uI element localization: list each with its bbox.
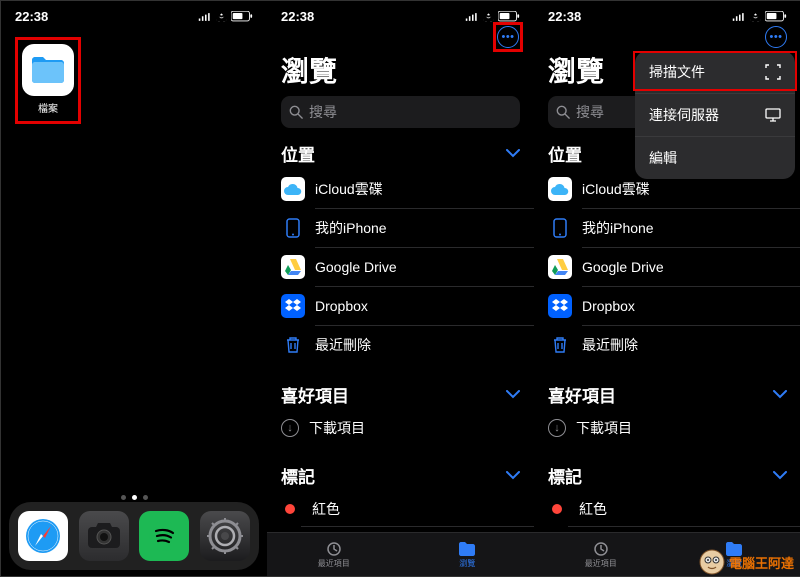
location-gdrive[interactable]: Google Drive [534,248,800,286]
tag-dot [552,504,562,514]
search-field[interactable]: 搜尋 [281,96,520,128]
safari-icon[interactable] [18,511,68,561]
icloud-icon [281,177,305,201]
page-indicator[interactable] [1,495,267,500]
search-icon [289,105,303,119]
icloud-icon [548,177,572,201]
dropbox-icon [548,294,572,318]
chevron-down-icon [506,471,520,480]
menu-scan-documents[interactable]: 掃描文件 [635,51,795,93]
browse-list[interactable]: 位置 iCloud雲碟 我的iPhone Google Drive Dropbo… [534,133,800,532]
location-dropbox[interactable]: Dropbox [267,287,534,325]
status-indicators [732,11,787,22]
tab-recent[interactable]: 最近項目 [267,533,401,576]
tab-browse[interactable]: 瀏覽 [401,533,535,576]
section-favorites[interactable]: 喜好項目 [534,374,800,411]
more-button[interactable]: ••• [765,26,787,48]
dock [9,502,259,570]
iphone-icon [281,216,305,240]
status-bar: 22:38 [534,1,800,26]
location-iphone[interactable]: 我的iPhone [534,209,800,247]
status-bar: 22:38 [1,1,267,26]
scan-icon [765,64,781,80]
section-tags[interactable]: 標記 [267,455,534,492]
files-app-icon[interactable] [22,44,74,96]
context-menu: 掃描文件 連接伺服器 編輯 [635,51,795,179]
highlight-more-button: ••• [493,22,523,52]
phone-browse-menu: 22:38 ••• 瀏覽 搜尋 位置 iCloud雲碟 我的iPhone Goo… [534,1,800,576]
status-time: 22:38 [281,9,314,24]
browse-list[interactable]: 位置 iCloud雲碟 我的iPhone Google Drive Dropbo… [267,133,534,532]
favorite-downloads[interactable]: ↓下載項目 [267,411,534,445]
download-icon: ↓ [281,419,299,437]
watermark-text: 電腦王阿達 [729,553,794,572]
chevron-down-icon [506,149,520,158]
highlight-files-app: 檔案 [15,37,81,124]
location-gdrive[interactable]: Google Drive [267,248,534,286]
gdrive-icon [548,255,572,279]
tag-red[interactable]: 紅色 [534,492,800,526]
download-icon: ↓ [548,419,566,437]
tag-dot [285,504,295,514]
gdrive-icon [281,255,305,279]
chevron-down-icon [773,390,787,399]
chevron-down-icon [506,390,520,399]
server-icon [765,108,781,122]
status-time: 22:38 [548,9,581,24]
tab-recent[interactable]: 最近項目 [534,533,668,576]
dropbox-icon [281,294,305,318]
trash-icon [281,333,305,357]
location-icloud[interactable]: iCloud雲碟 [267,170,534,208]
section-tags[interactable]: 標記 [534,455,800,492]
iphone-icon [548,216,572,240]
location-iphone[interactable]: 我的iPhone [267,209,534,247]
settings-icon[interactable] [200,511,250,561]
phone-browse: 22:38 ••• 瀏覽 搜尋 位置 iCloud雲碟 我的iPhone Goo… [267,1,534,576]
section-locations[interactable]: 位置 [267,133,534,170]
phone-home: 22:38 檔案 [1,1,267,576]
status-indicators [198,11,253,22]
page-title: 瀏覽 [267,50,534,96]
tag-red[interactable]: 紅色 [267,492,534,526]
more-button[interactable]: ••• [497,26,519,48]
watermark: 電腦王阿達 [699,549,794,575]
camera-icon[interactable] [79,511,129,561]
menu-connect-server[interactable]: 連接伺服器 [635,93,795,136]
section-favorites[interactable]: 喜好項目 [267,374,534,411]
favorite-downloads[interactable]: ↓下載項目 [534,411,800,445]
status-indicators [465,11,520,22]
tab-bar: 最近項目 瀏覽 [267,532,534,576]
files-app-label: 檔案 [22,100,74,115]
location-trash[interactable]: 最近刪除 [267,326,534,364]
chevron-down-icon [773,471,787,480]
watermark-icon [699,549,725,575]
status-time: 22:38 [15,9,48,24]
search-placeholder: 搜尋 [309,102,337,122]
search-placeholder: 搜尋 [576,102,604,122]
location-dropbox[interactable]: Dropbox [534,287,800,325]
spotify-icon[interactable] [139,511,189,561]
search-icon [556,105,570,119]
menu-edit[interactable]: 編輯 [635,136,795,179]
trash-icon [548,333,572,357]
location-trash[interactable]: 最近刪除 [534,326,800,364]
